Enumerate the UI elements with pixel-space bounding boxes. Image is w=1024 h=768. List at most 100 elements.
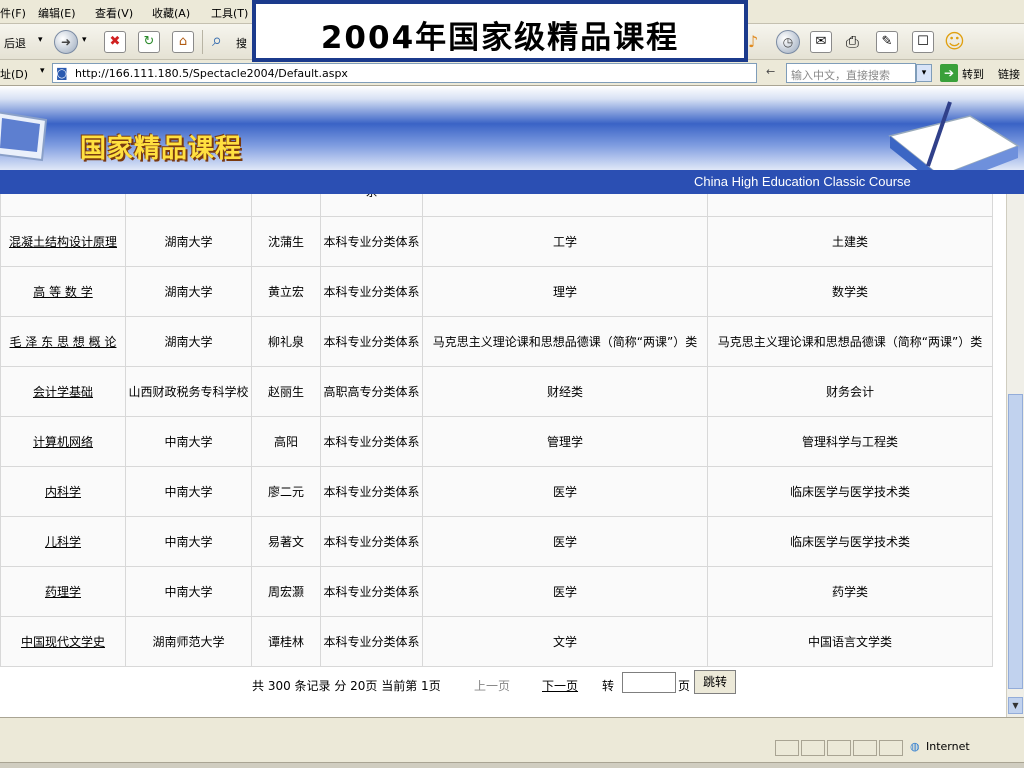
mail-icon[interactable]: ✉ xyxy=(810,31,832,53)
table-row: 会计学基础 山西财政税务专科学校 赵丽生 高职高专分类体系 财经类 财务会计 xyxy=(0,366,993,417)
cell-school: 山西财政税务专科学校 xyxy=(125,366,252,417)
cell-subject-class xyxy=(707,194,993,217)
cell-teacher: 赵丽生 xyxy=(251,366,321,417)
go-button[interactable]: 转到 xyxy=(962,66,984,82)
security-zone: Internet xyxy=(926,740,970,753)
table-row: 内科学 中南大学 廖二元 本科专业分类体系 医学 临床医学与医学技术类 xyxy=(0,466,993,517)
cell-course-name[interactable]: 高 等 数 学 xyxy=(0,266,126,317)
stop-icon[interactable]: ✖ xyxy=(104,31,126,53)
cell-discipline: 医学 xyxy=(422,516,708,567)
address-url: http://166.111.180.5/Spectacle2004/Defau… xyxy=(75,67,348,80)
table-row: 毛 泽 东 思 想 概 论湖南大学 柳礼泉 本科专业分类体系 马克思主义理论课和思想品… xyxy=(0,316,993,367)
forward-icon[interactable]: ➜ xyxy=(54,30,78,54)
cell-category-system: 本科专业分类体系 xyxy=(320,516,423,567)
edit-icon[interactable]: ✎ xyxy=(876,31,898,53)
home-icon[interactable]: ⌂ xyxy=(172,31,194,53)
scroll-down-icon[interactable]: ▼ xyxy=(1008,697,1023,714)
menu-view[interactable]: 查看(V) xyxy=(95,5,133,21)
go-arrow-icon[interactable]: ➔ xyxy=(940,64,958,82)
table-row: 高 等 数 学湖南大学 黄立宏 本科专业分类体系 理学 数学类 xyxy=(0,266,993,317)
cell-course-name[interactable]: 混凝土结构设计原理 xyxy=(0,216,126,267)
cell-school xyxy=(125,194,252,217)
cell-discipline: 理学 xyxy=(422,266,708,317)
cell-school: 湖南师范大学 xyxy=(125,616,252,667)
cell-category-system: 本科专业分类体系 xyxy=(320,266,423,317)
print-icon[interactable]: ⎙ xyxy=(846,32,859,52)
cell-teacher: 黄立宏 xyxy=(251,266,321,317)
media-icon[interactable]: ♪ xyxy=(748,32,758,51)
page-number-input[interactable] xyxy=(622,672,676,693)
cell-subject-class: 管理科学与工程类 xyxy=(707,416,993,467)
cell-teacher: 周宏灏 xyxy=(251,566,321,617)
cell-category-system: 系 xyxy=(320,194,423,217)
content-area: 系混凝土结构设计原理湖南大学沈蒲生本科专业分类体系工学土建类高 等 数 学湖南大… xyxy=(0,194,1006,717)
prev-page-link[interactable]: 上一页 xyxy=(474,677,510,694)
goto-label: 转 xyxy=(602,679,615,693)
cell-course-name[interactable]: 会计学基础 xyxy=(0,366,126,417)
cell-discipline: 文学 xyxy=(422,616,708,667)
forward-dropdown-icon[interactable]: ▾ xyxy=(82,35,87,45)
status-panel xyxy=(801,740,825,756)
cell-school: 中南大学 xyxy=(125,416,252,467)
menu-tools[interactable]: 工具(T) xyxy=(211,5,248,21)
cell-course-name[interactable]: 儿科学 xyxy=(0,516,126,567)
cell-category-system: 高职高专分类体系 xyxy=(320,366,423,417)
arrow-left-icon: ← xyxy=(766,65,776,78)
links-button[interactable]: 链接 xyxy=(998,66,1020,82)
cell-category-system: 本科专业分类体系 xyxy=(320,416,423,467)
history-icon[interactable]: ◷ xyxy=(776,30,800,54)
cell-teacher: 高阳 xyxy=(251,416,321,467)
messenger-icon[interactable]: ☐ xyxy=(912,31,934,53)
table-row: 药理学 中南大学 周宏灏 本科专业分类体系 医学 药学类 xyxy=(0,566,993,617)
smiley-icon[interactable]: ☺ xyxy=(944,29,965,53)
search-icon[interactable]: ⌕ xyxy=(212,30,222,51)
cell-course-name[interactable]: 计算机网络 xyxy=(0,416,126,467)
menu-favorites[interactable]: 收藏(A) xyxy=(152,5,190,21)
cell-subject-class: 药学类 xyxy=(707,566,993,617)
table-row: 中国现代文学史 湖南师范大学 谭桂林 本科专业分类体系 文学 中国语言文学类 xyxy=(0,616,993,667)
search-dropdown-icon[interactable]: ▾ xyxy=(916,64,932,82)
address-input[interactable]: ◙ http://166.111.180.5/Spectacle2004/Def… xyxy=(52,63,757,83)
cell-discipline xyxy=(422,194,708,217)
search-button-label[interactable]: 搜 xyxy=(236,35,247,51)
cell-category-system: 本科专业分类体系 xyxy=(320,616,423,667)
cell-school: 湖南大学 xyxy=(125,316,252,367)
table-row: 儿科学 中南大学 易著文 本科专业分类体系 医学 临床医学与医学技术类 xyxy=(0,516,993,567)
menu-edit[interactable]: 编辑(E) xyxy=(38,5,76,21)
globe-icon: ◍ xyxy=(910,740,920,753)
toolbar-separator xyxy=(202,30,203,54)
jump-button[interactable]: 跳转 xyxy=(694,670,736,694)
vertical-scrollbar[interactable]: ▼ xyxy=(1006,194,1024,717)
status-panel xyxy=(853,740,877,756)
slide-title-box: 2004年国家级精品课程 xyxy=(252,0,748,62)
status-bar: ◍ Internet xyxy=(0,717,1024,768)
next-page-link[interactable]: 下一页 xyxy=(542,677,578,694)
cell-school: 中南大学 xyxy=(125,566,252,617)
menu-file[interactable]: 件(F) xyxy=(0,5,26,21)
cell-course-name[interactable]: 内科学 xyxy=(0,466,126,517)
cell-teacher: 易著文 xyxy=(251,516,321,567)
search-input[interactable]: 输入中文，直接搜索 xyxy=(786,63,916,83)
cell-course-name xyxy=(0,194,126,217)
cell-discipline: 财经类 xyxy=(422,366,708,417)
back-button-label[interactable]: 后退 xyxy=(4,35,26,51)
cell-teacher: 柳礼泉 xyxy=(251,316,321,367)
cell-school: 湖南大学 xyxy=(125,266,252,317)
cell-course-name[interactable]: 中国现代文学史 xyxy=(0,616,126,667)
cell-category-system: 本科专业分类体系 xyxy=(320,566,423,617)
cell-discipline: 马克思主义理论课和思想品德课（简称“两课”）类 xyxy=(422,316,708,367)
cell-category-system: 本科专业分类体系 xyxy=(320,466,423,517)
scrollbar-thumb[interactable] xyxy=(1008,394,1023,689)
course-table: 系混凝土结构设计原理湖南大学沈蒲生本科专业分类体系工学土建类高 等 数 学湖南大… xyxy=(0,194,993,667)
refresh-icon[interactable]: ↻ xyxy=(138,31,160,53)
back-dropdown-icon[interactable]: ▾ xyxy=(38,35,43,45)
cell-course-name[interactable]: 药理学 xyxy=(0,566,126,617)
cell-subject-class: 中国语言文学类 xyxy=(707,616,993,667)
address-dropdown-icon[interactable]: ▾ xyxy=(40,66,45,76)
cell-teacher: 廖二元 xyxy=(251,466,321,517)
status-panel xyxy=(827,740,851,756)
cell-course-name[interactable]: 毛 泽 东 思 想 概 论 xyxy=(0,316,126,367)
page-icon: ◙ xyxy=(56,66,68,80)
browser-window: 2004年国家级精品课程 件(F) 编辑(E) 查看(V) 收藏(A) 工具(T… xyxy=(0,0,1024,768)
table-row: 混凝土结构设计原理 湖南大学 沈蒲生 本科专业分类体系 工学 土建类 xyxy=(0,216,993,267)
